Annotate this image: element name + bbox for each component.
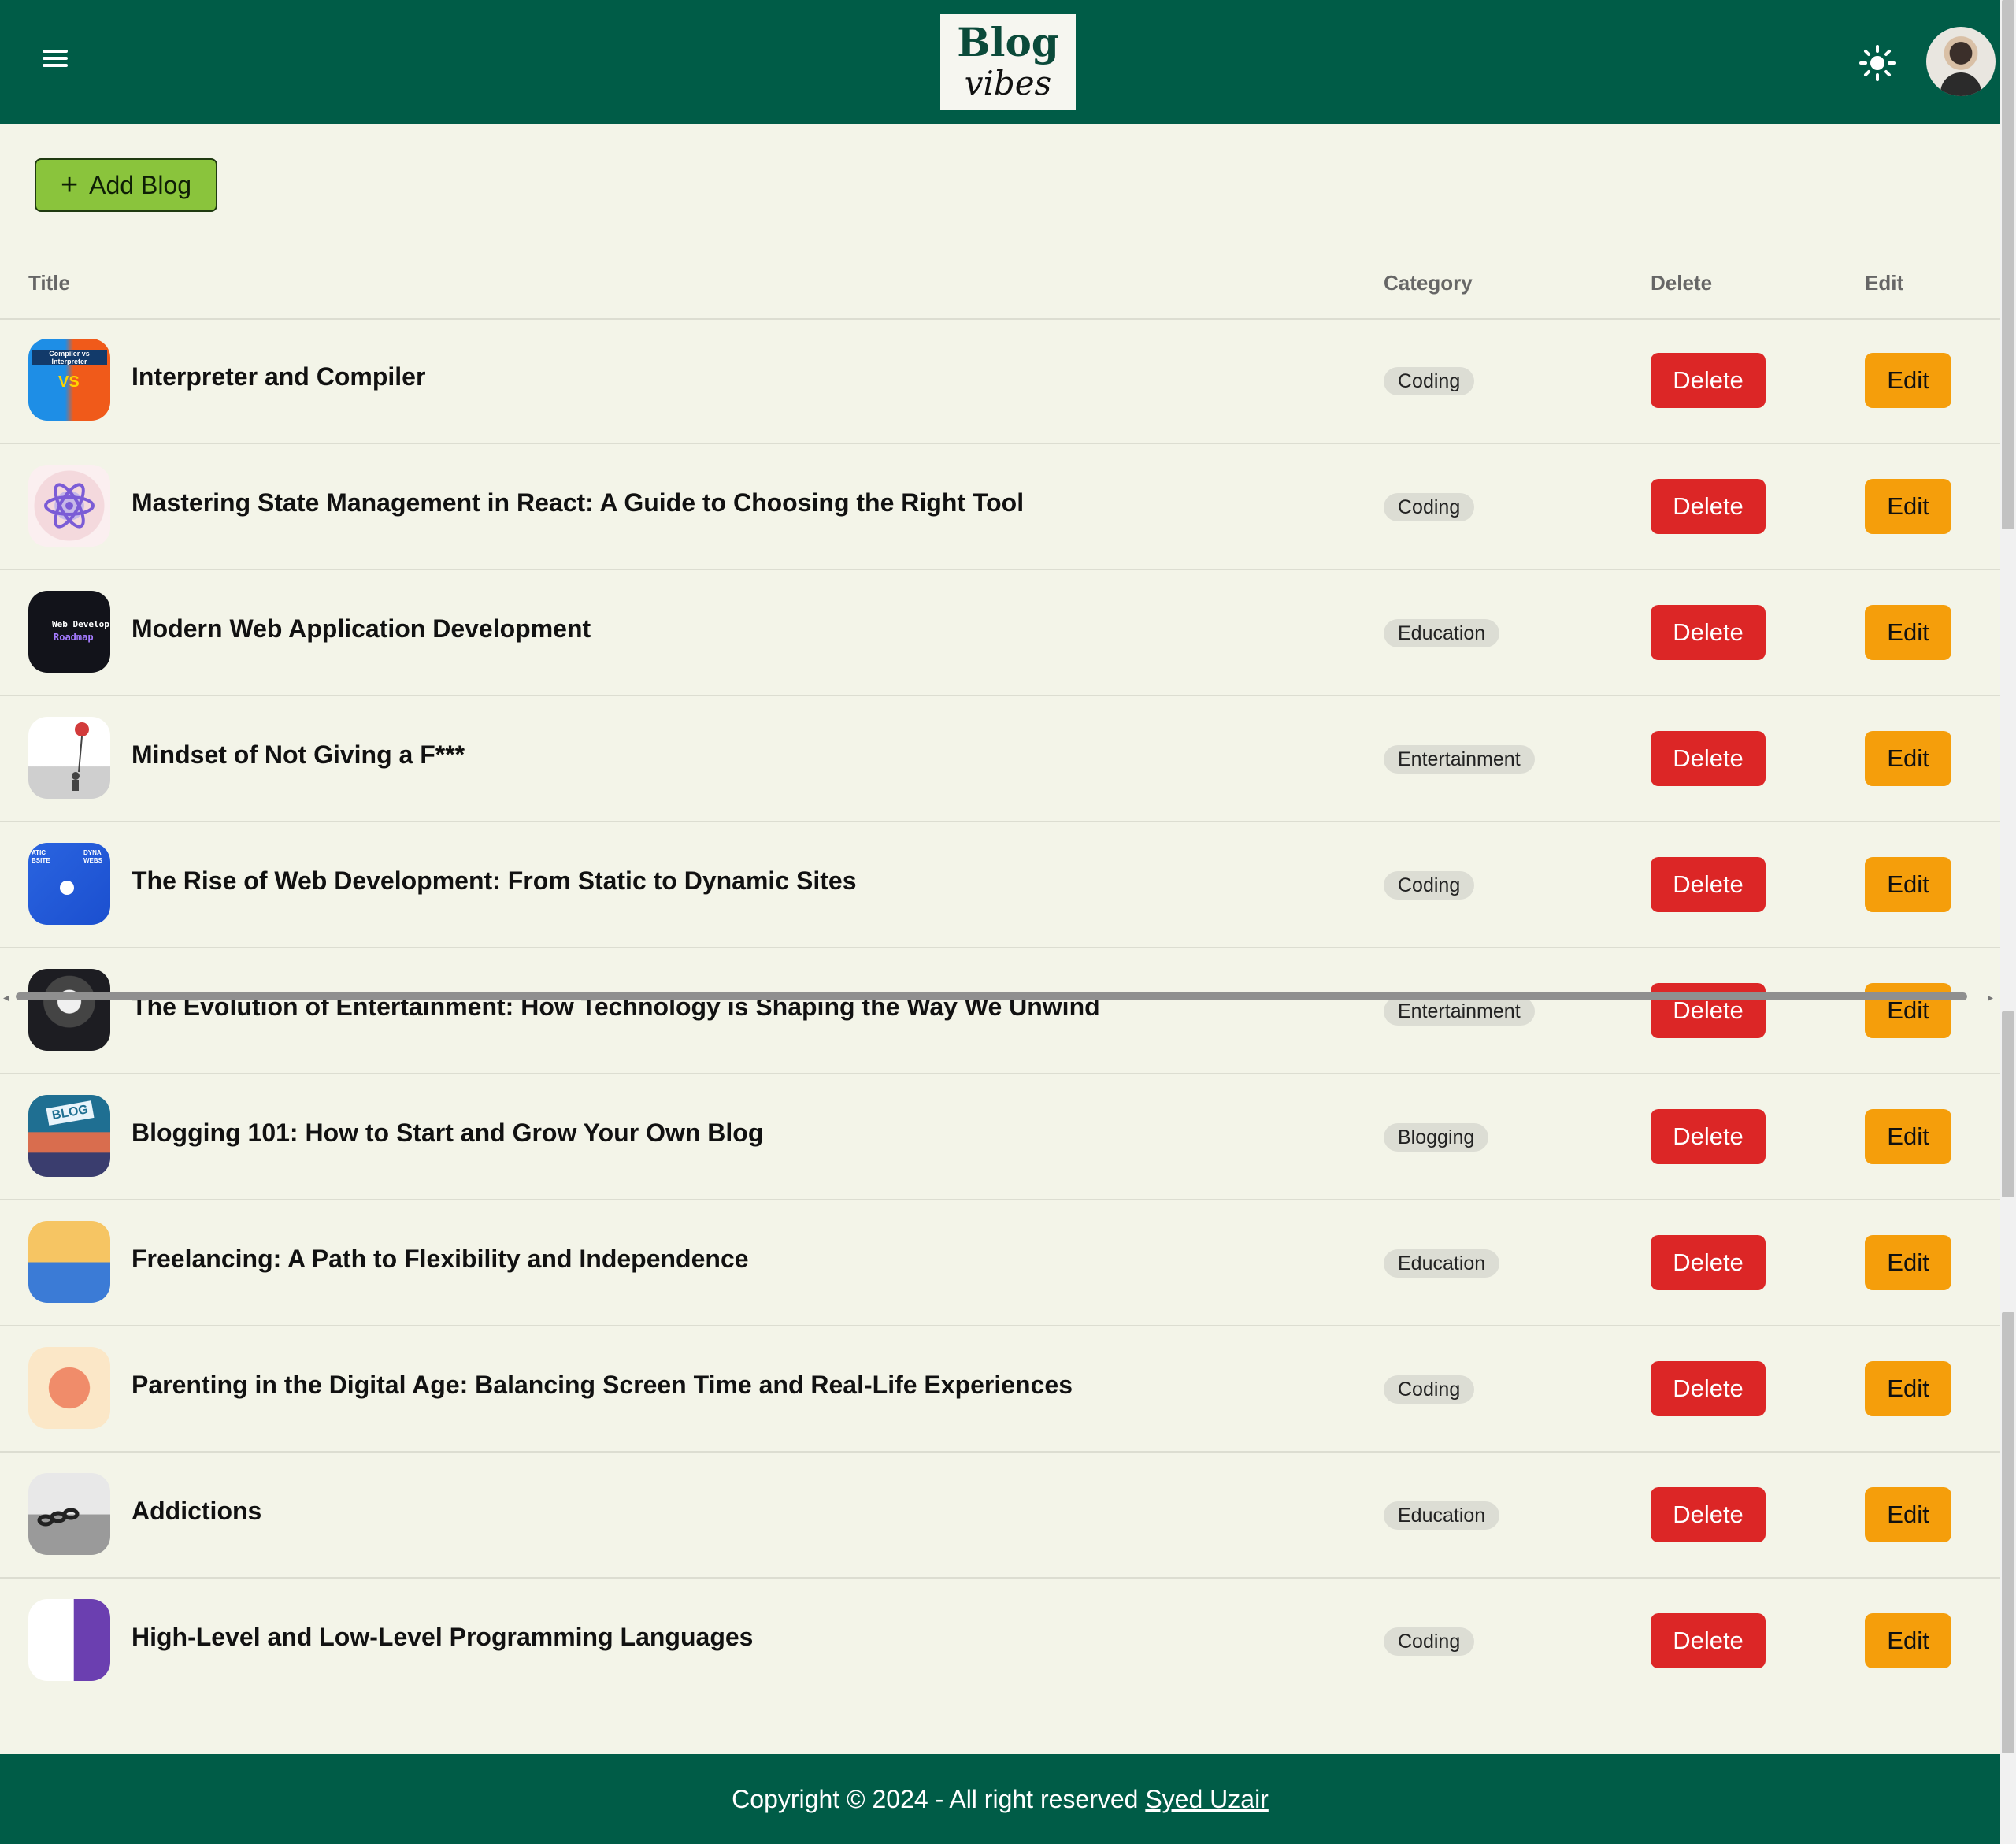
category-badge: Coding: [1384, 493, 1475, 521]
table-row: Mastering State Management in React: A G…: [0, 444, 2000, 570]
blog-title: The Rise of Web Development: From Static…: [132, 866, 857, 895]
blog-thumbnail: [28, 465, 110, 547]
edit-button[interactable]: Edit: [1865, 857, 1951, 912]
blog-thumbnail: [28, 1347, 110, 1429]
footer: Copyright © 2024 - All right reserved Sy…: [0, 1754, 2000, 1844]
col-category: Category: [1384, 271, 1473, 295]
site-logo[interactable]: Blog vibes: [940, 14, 1076, 110]
table-row: Parenting in the Digital Age: Balancing …: [0, 1326, 2000, 1453]
blog-thumbnail: [28, 1473, 110, 1555]
category-badge: Blogging: [1384, 1123, 1489, 1152]
delete-button[interactable]: Delete: [1651, 1109, 1766, 1164]
plus-icon: +: [60, 169, 79, 202]
blog-thumbnail: [28, 1599, 110, 1681]
delete-button[interactable]: Delete: [1651, 1235, 1766, 1290]
edit-button[interactable]: Edit: [1865, 731, 1951, 786]
inner-scrollbar-thumb[interactable]: [2002, 1011, 2014, 1197]
blog-title: Modern Web Application Development: [132, 614, 591, 643]
category-badge: Education: [1384, 1501, 1500, 1530]
inner-scrollbar-thumb[interactable]: [2002, 1312, 2014, 1753]
blog-thumbnail: [28, 717, 110, 799]
category-badge: Education: [1384, 619, 1500, 647]
author-link[interactable]: Syed Uzair: [1145, 1785, 1269, 1813]
edit-button[interactable]: Edit: [1865, 983, 1951, 1038]
category-badge: Coding: [1384, 1375, 1475, 1404]
edit-button[interactable]: Edit: [1865, 479, 1951, 534]
thumbnail-dot: [60, 881, 74, 895]
blog-thumbnail: Web Develop Roadmap: [28, 591, 110, 673]
delete-button[interactable]: Delete: [1651, 353, 1766, 408]
edit-button[interactable]: Edit: [1865, 605, 1951, 660]
category-badge: Entertainment: [1384, 745, 1535, 774]
category-badge: Coding: [1384, 367, 1475, 395]
table-row: ATIC BSITE DYNA WEBS The Rise of Web Dev…: [0, 822, 2000, 948]
copyright-text: Copyright © 2024 - All right reserved: [732, 1785, 1139, 1813]
blog-thumbnail: ATIC BSITE DYNA WEBS: [28, 843, 110, 925]
table-row: BLOG Blogging 101: How to Start and Grow…: [0, 1074, 2000, 1200]
hamburger-menu-icon[interactable]: [39, 46, 71, 77]
blog-thumbnail: BLOG: [28, 1095, 110, 1177]
edit-button[interactable]: Edit: [1865, 1109, 1951, 1164]
blog-title: Blogging 101: How to Start and Grow Your…: [132, 1119, 764, 1147]
category-badge: Entertainment: [1384, 997, 1535, 1026]
table-row: Freelancing: A Path to Flexibility and I…: [0, 1200, 2000, 1326]
table-row: Mindset of Not Giving a F*** Entertainme…: [0, 696, 2000, 822]
table-header: Title Category Delete Edit: [0, 260, 2000, 320]
table-row: High-Level and Low-Level Programming Lan…: [0, 1579, 2000, 1703]
thumbnail-caption: Compiler vs Interpreter: [32, 350, 107, 365]
thumbnail-caption: Web Develop: [52, 619, 109, 629]
scroll-right-arrow-icon[interactable]: ▸: [1988, 991, 1993, 1004]
blog-title: Addictions: [132, 1497, 262, 1525]
category-badge: Coding: [1384, 1627, 1475, 1656]
edit-button[interactable]: Edit: [1865, 1235, 1951, 1290]
blog-thumbnail: Compiler vs Interpreter VS: [28, 339, 110, 421]
delete-button[interactable]: Delete: [1651, 479, 1766, 534]
thumbnail-caption: BLOG: [46, 1100, 94, 1126]
blog-title: Mastering State Management in React: A G…: [132, 488, 1025, 517]
category-badge: Coding: [1384, 871, 1475, 900]
table-row: Web Develop Roadmap Modern Web Applicati…: [0, 570, 2000, 696]
thumbnail-caption-b: DYNA WEBS: [83, 849, 102, 864]
logo-line1: Blog: [957, 19, 1059, 65]
table-row: The Evolution of Entertainment: How Tech…: [0, 948, 2000, 1074]
table-row: Addictions Education Delete Edit: [0, 1453, 2000, 1579]
edit-button[interactable]: Edit: [1865, 353, 1951, 408]
edit-button[interactable]: Edit: [1865, 1487, 1951, 1542]
blog-title: High-Level and Low-Level Programming Lan…: [132, 1623, 754, 1651]
category-badge: Education: [1384, 1249, 1500, 1278]
add-blog-button[interactable]: + Add Blog: [35, 158, 217, 212]
delete-button[interactable]: Delete: [1651, 1613, 1766, 1668]
delete-button[interactable]: Delete: [1651, 1487, 1766, 1542]
blog-title: Mindset of Not Giving a F***: [132, 740, 465, 769]
thumbnail-vs: VS: [58, 373, 80, 391]
thumbnail-caption-b: Roadmap: [54, 632, 94, 643]
horizontal-scrollbar[interactable]: [16, 992, 1967, 1000]
vertical-scrollbar-thumb[interactable]: [2002, 0, 2014, 529]
delete-button[interactable]: Delete: [1651, 857, 1766, 912]
edit-button[interactable]: Edit: [1865, 1613, 1951, 1668]
scroll-left-arrow-icon[interactable]: ◂: [3, 991, 9, 1004]
blog-thumbnail: [28, 969, 110, 1051]
blog-title: Freelancing: A Path to Flexibility and I…: [132, 1245, 749, 1273]
delete-button[interactable]: Delete: [1651, 605, 1766, 660]
col-title: Title: [28, 271, 70, 295]
sun-icon[interactable]: [1858, 44, 1896, 82]
blog-title: Interpreter and Compiler: [132, 362, 426, 391]
thumbnail-caption: ATIC BSITE: [32, 849, 50, 864]
delete-button[interactable]: Delete: [1651, 983, 1766, 1038]
table-row: Compiler vs Interpreter VS Interpreter a…: [0, 318, 2000, 444]
top-navbar: Blog vibes: [0, 0, 2000, 124]
avatar[interactable]: [1926, 27, 1996, 96]
col-edit: Edit: [1865, 271, 1904, 295]
blog-title: Parenting in the Digital Age: Balancing …: [132, 1371, 1073, 1399]
delete-button[interactable]: Delete: [1651, 731, 1766, 786]
blog-thumbnail: [28, 1221, 110, 1303]
add-blog-label: Add Blog: [89, 170, 192, 199]
logo-line2: vibes: [964, 64, 1052, 102]
edit-button[interactable]: Edit: [1865, 1361, 1951, 1416]
delete-button[interactable]: Delete: [1651, 1361, 1766, 1416]
col-delete: Delete: [1651, 271, 1713, 295]
